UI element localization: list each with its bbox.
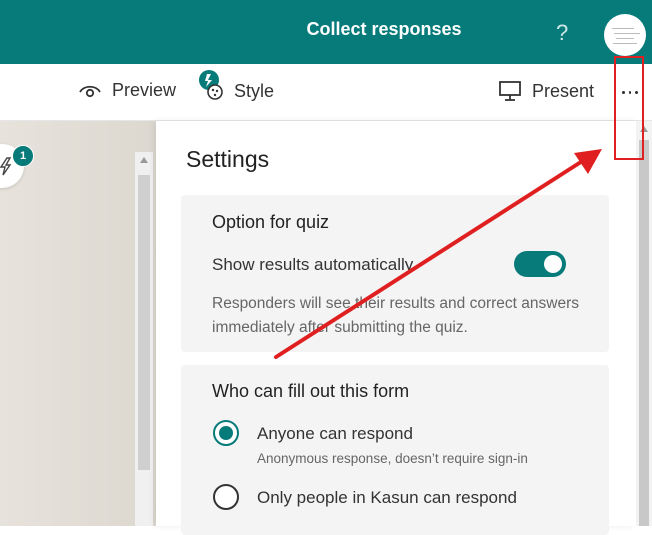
annotation-arrow xyxy=(274,149,602,359)
